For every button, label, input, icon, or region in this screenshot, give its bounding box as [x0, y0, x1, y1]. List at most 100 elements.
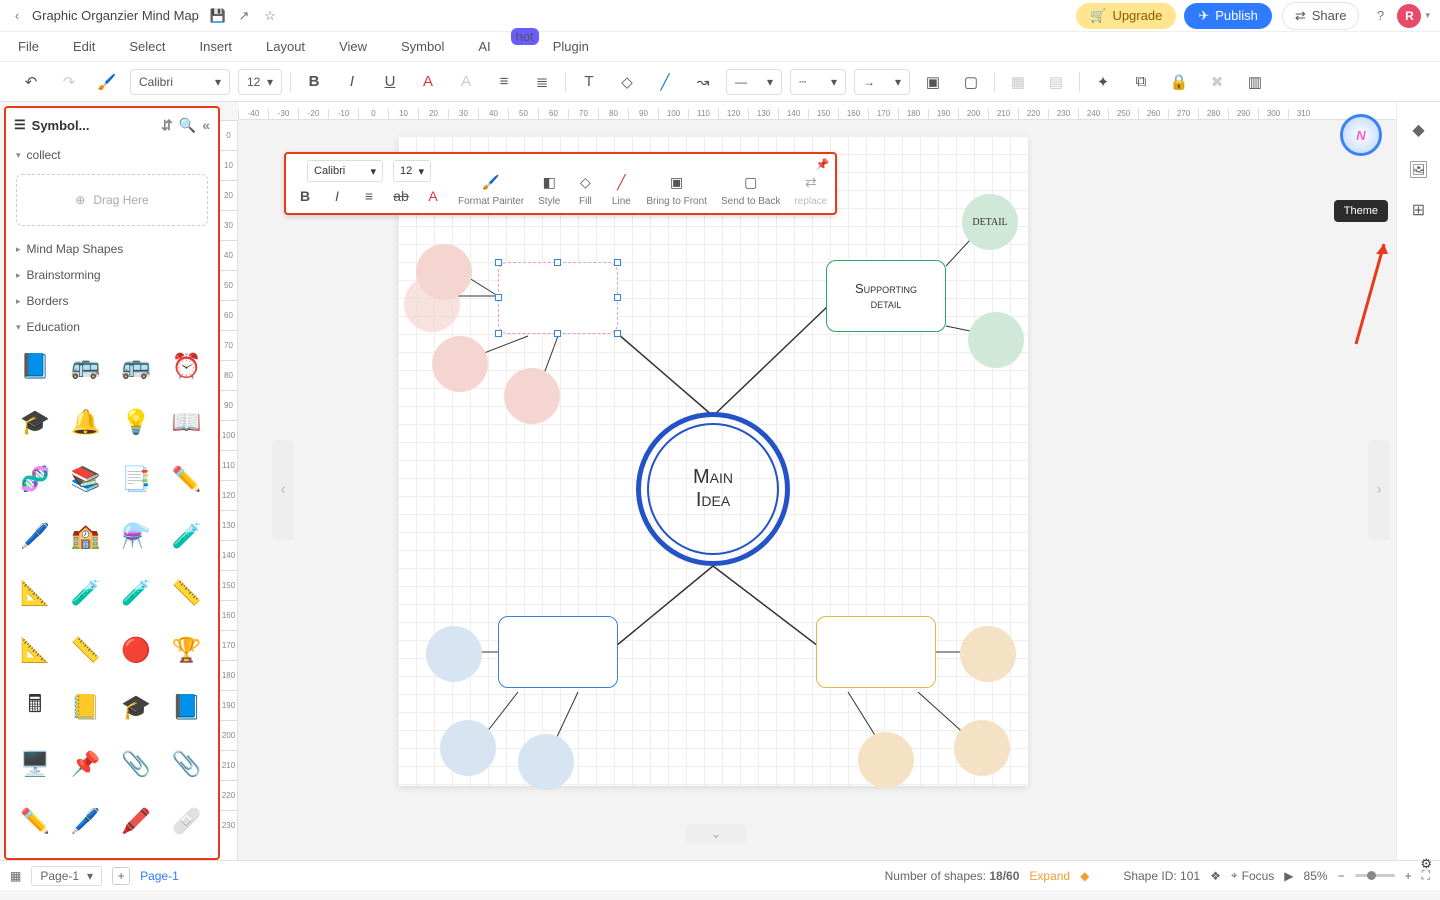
symbol-item[interactable]: 📒	[65, 687, 107, 727]
ai-orb-button[interactable]: N	[1340, 114, 1382, 156]
symbol-item[interactable]: 💡	[115, 403, 157, 443]
symbol-item[interactable]: 📘	[166, 687, 208, 727]
section-brainstorming[interactable]: ▸Brainstorming	[6, 262, 218, 288]
float-font-select[interactable]: Calibri▾	[307, 160, 383, 182]
bold-button[interactable]: B	[299, 68, 329, 96]
pin-icon[interactable]: 📌	[816, 158, 830, 171]
upgrade-button[interactable]: 🛒Upgrade	[1076, 3, 1176, 29]
format-painter-button[interactable]: 🖌️	[480, 171, 502, 193]
symbol-item[interactable]: 🔔	[65, 403, 107, 443]
section-borders[interactable]: ▸Borders	[6, 288, 218, 314]
main-idea-node[interactable]: Main Idea	[636, 412, 790, 566]
menu-select[interactable]: Select	[129, 39, 165, 54]
symbol-item[interactable]: 🖥️	[14, 744, 56, 784]
lock-button[interactable]: 🔒	[1164, 68, 1194, 96]
symbol-item[interactable]: 🖩	[14, 687, 56, 727]
line-weight-select[interactable]: ―▾	[726, 69, 782, 95]
symbol-item[interactable]: 🎓	[14, 403, 56, 443]
zoom-slider[interactable]	[1355, 874, 1395, 877]
float-align[interactable]: ≡	[358, 185, 380, 207]
drawing-page[interactable]: DETAIL Main Idea	[398, 136, 1028, 786]
play-icon[interactable]: ▶	[1284, 869, 1293, 883]
detail-circle[interactable]	[440, 720, 496, 776]
menu-layout[interactable]: Layout	[266, 39, 305, 54]
italic-button[interactable]: I	[337, 68, 367, 96]
zoom-value[interactable]: 85%	[1304, 869, 1328, 883]
symbol-item[interactable]: 🚌	[65, 346, 107, 386]
detail-circle[interactable]	[968, 312, 1024, 368]
line-dash-select[interactable]: ┄▾	[790, 69, 846, 95]
section-mindmap-shapes[interactable]: ▸Mind Map Shapes	[6, 236, 218, 262]
bring-front-button[interactable]: ▣	[918, 68, 948, 96]
page-selector[interactable]: Page-1▾	[31, 866, 102, 886]
save-icon[interactable]: 💾	[205, 3, 231, 29]
symbol-item[interactable]: ✏️	[14, 801, 56, 841]
float-bold[interactable]: B	[294, 185, 316, 207]
symbol-item[interactable]: 📖	[166, 403, 208, 443]
float-fontcolor[interactable]: A	[422, 185, 444, 207]
align-v-button[interactable]: ≣	[527, 68, 557, 96]
collapse-chevron[interactable]: ⌄	[686, 824, 746, 844]
bring-to-front-button[interactable]: ▣	[666, 171, 688, 193]
symbol-item[interactable]: 📏	[65, 630, 107, 670]
symbol-item[interactable]: 🩹	[166, 801, 208, 841]
section-education[interactable]: ▾Education	[6, 314, 218, 340]
empty-node-yellow[interactable]	[816, 616, 936, 688]
share-button[interactable]: ⇄Share	[1282, 2, 1360, 30]
detail-circle[interactable]: DETAIL	[962, 194, 1018, 250]
font-size-select[interactable]: 12▾	[238, 69, 282, 95]
add-page-button[interactable]: +	[112, 867, 130, 885]
symbol-item[interactable]: 📘	[14, 346, 56, 386]
fill-panel-icon[interactable]: ◆	[1405, 116, 1433, 144]
prev-page-button[interactable]: ‹	[272, 440, 294, 540]
font-color-button[interactable]: A	[413, 68, 443, 96]
detail-circle[interactable]	[858, 732, 914, 788]
symbol-item[interactable]: 🧪	[166, 517, 208, 557]
symbol-item[interactable]: 📌	[65, 744, 107, 784]
text-highlight-button[interactable]: A	[451, 68, 481, 96]
align-h-button[interactable]: ≡	[489, 68, 519, 96]
symbol-item[interactable]: ⚗️	[115, 517, 157, 557]
focus-button[interactable]: ⌖ Focus	[1231, 868, 1274, 883]
detail-circle[interactable]	[504, 368, 560, 424]
menu-insert[interactable]: Insert	[200, 39, 233, 54]
detail-circle[interactable]	[960, 626, 1016, 682]
zoom-out-button[interactable]: −	[1338, 869, 1345, 883]
symbol-item[interactable]: 📎	[115, 744, 157, 784]
panel-expand-icon[interactable]: ⇵	[161, 117, 173, 134]
symbol-item[interactable]: 📏	[166, 574, 208, 614]
symbol-item[interactable]: 🖊️	[65, 801, 107, 841]
fill-button[interactable]: ◇	[574, 171, 596, 193]
effects-button[interactable]: ✦	[1088, 68, 1118, 96]
symbol-item[interactable]: 🖍️	[115, 801, 157, 841]
symbol-item[interactable]: 📐	[14, 630, 56, 670]
menu-file[interactable]: File	[18, 39, 39, 54]
redo-button[interactable]: ↷	[54, 68, 84, 96]
detail-circle[interactable]	[426, 626, 482, 682]
symbol-item[interactable]: 🖊️	[14, 517, 56, 557]
empty-node-blue[interactable]	[498, 616, 618, 688]
menu-plugin[interactable]: Plugin	[553, 39, 589, 54]
help-icon[interactable]: ?	[1367, 3, 1393, 29]
symbol-item[interactable]: 🧪	[65, 574, 107, 614]
symbol-item[interactable]: 🔴	[115, 630, 157, 670]
layers-icon[interactable]: ❖	[1210, 869, 1221, 883]
detail-circle[interactable]	[954, 720, 1010, 776]
symbol-item[interactable]: 📎	[166, 744, 208, 784]
style-button[interactable]: ◧	[538, 171, 560, 193]
layout-button[interactable]: ▥	[1240, 68, 1270, 96]
symbol-item[interactable]: 🏫	[65, 517, 107, 557]
symbol-item[interactable]: 📚	[65, 460, 107, 500]
text-tool-button[interactable]: T	[574, 68, 604, 96]
float-italic[interactable]: I	[326, 185, 348, 207]
menu-ai[interactable]: AIhot	[478, 39, 518, 54]
font-select[interactable]: Calibri▾	[130, 69, 230, 95]
crop-button[interactable]: ⧉	[1126, 68, 1156, 96]
avatar-menu-chevron[interactable]: ▾	[1425, 10, 1430, 21]
symbol-item[interactable]: 🧪	[115, 574, 157, 614]
drag-here-zone[interactable]: ⊕Drag Here	[16, 174, 208, 226]
ungroup-button[interactable]: ▤	[1041, 68, 1071, 96]
symbol-item[interactable]: ⏰	[166, 346, 208, 386]
user-avatar[interactable]: R	[1397, 4, 1421, 28]
settings-icon[interactable]: ⚙	[1420, 856, 1432, 872]
